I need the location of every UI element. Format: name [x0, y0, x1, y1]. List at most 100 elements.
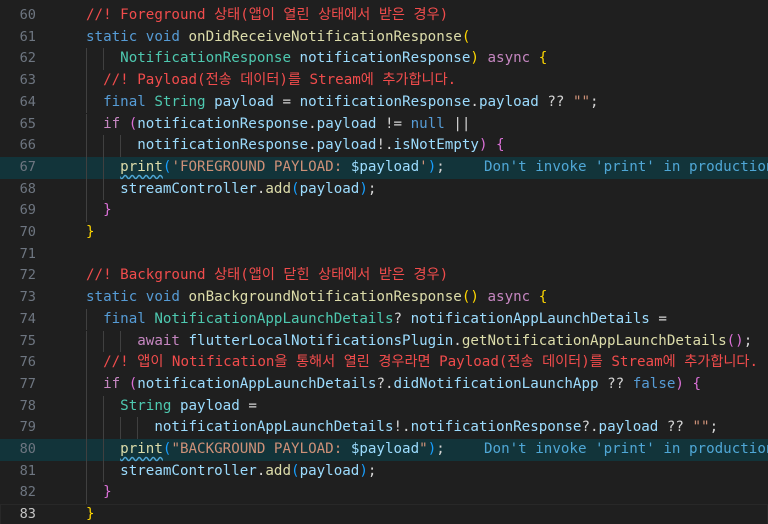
line-number[interactable]: 75 [0, 331, 36, 353]
line-number[interactable]: 66 [0, 135, 36, 157]
line-number[interactable]: 76 [0, 352, 36, 374]
code-line[interactable]: 83} [0, 504, 768, 524]
code-token: ) [470, 50, 488, 67]
code-line[interactable]: 70} [0, 222, 768, 244]
code-text[interactable]: static void onBackgroundNotificationResp… [86, 287, 547, 309]
code-text[interactable]: print("BACKGROUND PAYLOAD: $payload"); [86, 439, 445, 461]
line-number[interactable]: 72 [0, 265, 36, 287]
code-line[interactable]: 78 String payload = [0, 395, 768, 418]
code-line[interactable]: 80 print("BACKGROUND PAYLOAD: $payload")… [0, 439, 768, 461]
code-line[interactable]: 60 //! Foreground 상태(앱이 열린 상태에서 받은 경우) [0, 5, 768, 27]
code-line[interactable]: 61 static void onDidReceiveNotificationRe… [0, 27, 768, 49]
code-token: { [538, 289, 548, 306]
line-number[interactable]: 80 [0, 439, 36, 461]
code-line[interactable]: 81 streamController.add(payload); [0, 460, 768, 483]
code-token: didNotificationLaunchApp [393, 375, 608, 392]
line-number[interactable]: 68 [0, 179, 36, 201]
line-number[interactable]: 67 [0, 157, 36, 179]
lint-warning-inline[interactable]: Don't invoke 'print' in production code [484, 157, 768, 179]
code-token: . [308, 137, 317, 154]
line-number[interactable]: 63 [0, 70, 36, 92]
code-line[interactable]: 62 NotificationResponse notificationResp… [0, 48, 768, 71]
code-token: || [453, 115, 471, 132]
code-text[interactable]: notificationAppLaunchDetails!.notificati… [86, 417, 718, 439]
code-token: } [103, 202, 112, 219]
code-editor[interactable]: 60 //! Foreground 상태(앱이 열린 상태에서 받은 경우) 61 s… [0, 0, 768, 524]
code-line[interactable]: 74 final NotificationAppLaunchDetails? n… [0, 308, 768, 331]
code-line[interactable]: 69 } [0, 200, 768, 222]
code-token: notificationAppLaunchDetails [154, 419, 394, 436]
line-number[interactable]: 61 [0, 27, 36, 49]
code-text[interactable]: await flutterLocalNotificationsPlugin.ge… [86, 331, 752, 353]
line-number[interactable]: 73 [0, 287, 36, 309]
line-number[interactable]: 77 [0, 374, 36, 396]
code-token: { [692, 375, 702, 392]
lint-warning-inline[interactable]: Don't invoke 'print' in production code [484, 439, 768, 461]
code-token: payload [179, 397, 249, 414]
code-text[interactable]: NotificationResponse notificationRespons… [86, 48, 547, 70]
code-line[interactable]: 76 //! 앱이 Notification을 통해서 열린 경우라면 Payl… [0, 352, 768, 374]
code-text[interactable]: } [86, 200, 112, 222]
code-token: $payload [350, 158, 420, 175]
code-text[interactable]: } [86, 504, 95, 524]
code-text[interactable]: notificationResponse.payload!.isNotEmpty… [86, 135, 504, 157]
code-line[interactable]: 82 } [0, 482, 768, 505]
code-text[interactable]: } [86, 222, 95, 244]
code-text[interactable]: //! Payload(전송 데이터)를 Stream에 추가합니다. [86, 70, 456, 92]
code-text[interactable]: if (notificationAppLaunchDetails?.didNot… [86, 374, 701, 396]
line-number[interactable]: 70 [0, 222, 36, 244]
code-line[interactable]: 68 streamController.add(payload); [0, 178, 768, 201]
code-line[interactable]: 63 //! Payload(전송 데이터)를 Stream에 추가합니다. [0, 70, 768, 92]
code-line[interactable]: 79 notificationAppLaunchDetails!.notific… [0, 417, 768, 439]
code-line[interactable]: 72 //! Background 상태(앱이 닫힌 상태에서 받은 경우) [0, 265, 768, 287]
line-number[interactable]: 82 [0, 482, 36, 504]
line-number[interactable]: 60 [0, 5, 36, 27]
code-token: ( [461, 28, 471, 45]
code-line[interactable]: 65 if (notificationResponse.payload != n… [0, 113, 768, 136]
code-token: . [470, 93, 479, 110]
code-text[interactable]: //! Foreground 상태(앱이 열린 상태에서 받은 경우) [86, 5, 448, 27]
code-token: ) [359, 462, 368, 479]
code-token: notificationAppLaunchDetails [137, 375, 377, 392]
code-text[interactable]: streamController.add(payload); [86, 179, 376, 201]
code-token: null [410, 115, 454, 132]
code-token: !. [393, 419, 411, 436]
code-token: NotificationAppLaunchDetails [154, 310, 394, 327]
code-token: String [120, 397, 180, 414]
line-number[interactable]: 64 [0, 92, 36, 114]
code-line[interactable]: 67 print('FOREGROUND PAYLOAD: $payload')… [0, 156, 768, 179]
code-text[interactable]: //! Background 상태(앱이 닫힌 상태에서 받은 경우) [86, 265, 448, 287]
line-number[interactable]: 74 [0, 309, 36, 331]
code-text[interactable]: final NotificationAppLaunchDetails? noti… [86, 309, 667, 331]
line-number[interactable]: 78 [0, 396, 36, 418]
line-number[interactable]: 71 [0, 244, 36, 266]
line-number[interactable]: 83 [0, 504, 36, 524]
code-line[interactable]: 64 final String payload = notificationRe… [0, 91, 768, 114]
line-number[interactable]: 69 [0, 200, 36, 222]
code-text[interactable]: print('FOREGROUND PAYLOAD: $payload'); [86, 157, 445, 179]
code-text[interactable]: //! 앱이 Notification을 통해서 열린 경우라면 Payload… [86, 352, 758, 374]
code-text[interactable]: if (notificationResponse.payload != null… [86, 114, 470, 136]
line-number[interactable]: 79 [0, 417, 36, 439]
code-token: () [461, 289, 488, 306]
code-line[interactable]: 77 if (notificationAppLaunchDetails?.did… [0, 373, 768, 396]
code-text[interactable]: streamController.add(payload); [86, 461, 376, 483]
code-line[interactable]: 75 await flutterLocalNotificationsPlugin… [0, 330, 768, 353]
code-text[interactable]: static void onDidReceiveNotificationResp… [86, 27, 470, 49]
code-token: //! Foreground 상태(앱이 열린 상태에서 받은 경우) [86, 7, 449, 23]
code-line[interactable]: 71 [0, 244, 768, 266]
code-token: async [487, 50, 539, 67]
code-token: "BACKGROUND PAYLOAD: [171, 441, 351, 457]
code-line[interactable]: 66 notificationResponse.payload!.isNotEm… [0, 135, 768, 157]
code-token: ( [291, 180, 300, 197]
code-text[interactable]: String payload = [86, 396, 257, 418]
code-text[interactable]: final String payload = notificationRespo… [86, 92, 598, 114]
line-number[interactable]: 65 [0, 114, 36, 136]
line-number[interactable]: 62 [0, 48, 36, 70]
line-number[interactable]: 81 [0, 461, 36, 483]
code-text[interactable]: } [86, 482, 112, 504]
code-line[interactable]: 73 static void onBackgroundNotificationRe… [0, 287, 768, 309]
